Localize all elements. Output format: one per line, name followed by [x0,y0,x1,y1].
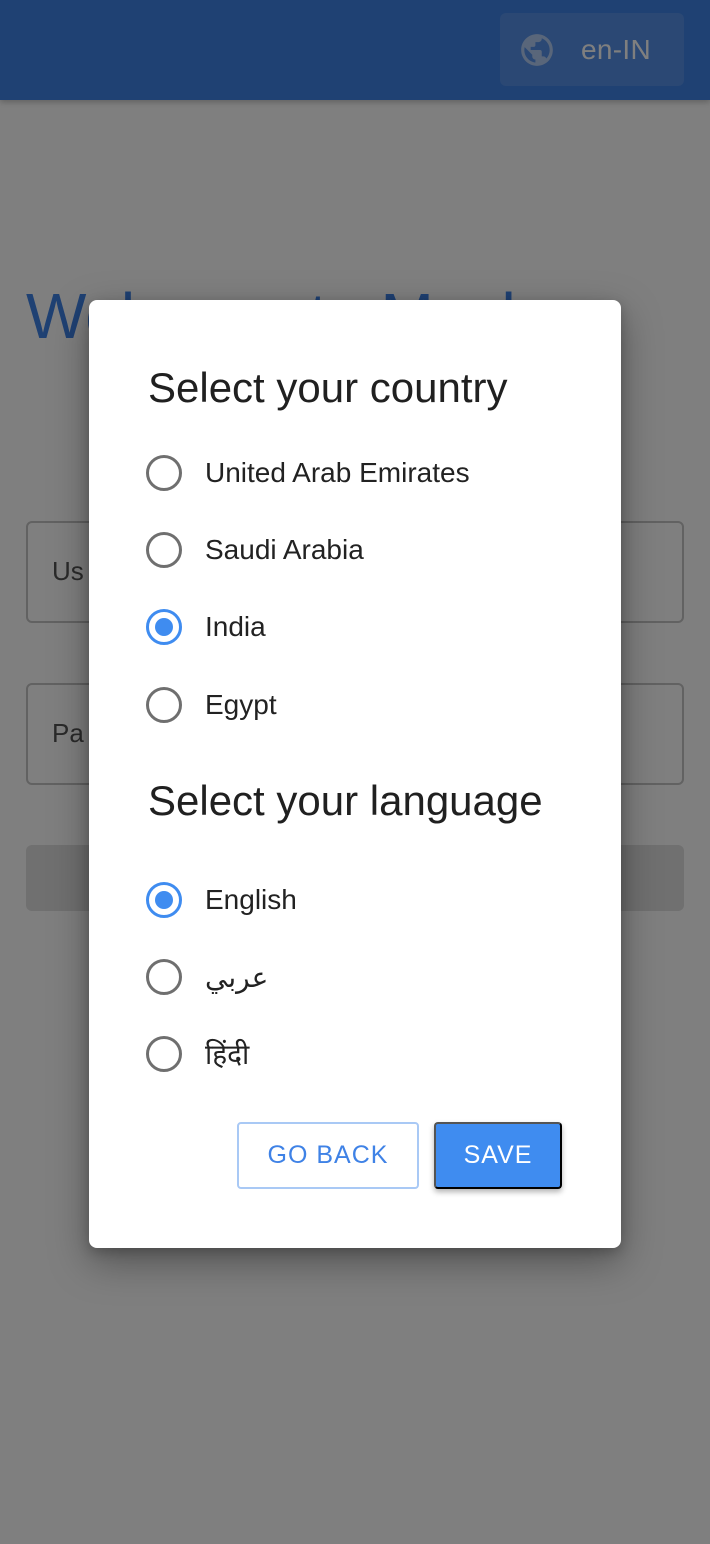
language-option-label: عربي [205,961,269,993]
radio-checked-icon[interactable] [146,882,182,918]
country-option-label: Saudi Arabia [205,534,364,565]
save-button[interactable]: SAVE [434,1122,562,1189]
country-heading: Select your country [148,364,508,411]
country-option-label: United Arab Emirates [205,457,470,488]
country-option-uae[interactable]: United Arab Emirates [146,451,470,495]
language-option-label: हिंदी [205,1039,250,1070]
language-option-arabic[interactable]: عربي [146,955,268,999]
locale-dialog: Select your country United Arab Emirates… [89,300,621,1248]
language-option-hindi[interactable]: हिंदी [146,1032,249,1076]
language-heading: Select your language [148,777,543,824]
language-option-label: English [205,884,297,915]
language-option-english[interactable]: English [146,878,297,922]
radio-unchecked-icon[interactable] [146,455,182,491]
country-option-saudi-arabia[interactable]: Saudi Arabia [146,528,364,572]
radio-unchecked-icon[interactable] [146,959,182,995]
country-option-egypt[interactable]: Egypt [146,683,277,727]
country-option-india[interactable]: India [146,605,266,649]
radio-checked-icon[interactable] [146,609,182,645]
country-option-label: India [205,611,266,642]
go-back-button[interactable]: GO BACK [237,1122,419,1189]
country-option-label: Egypt [205,689,277,720]
radio-unchecked-icon[interactable] [146,532,182,568]
radio-unchecked-icon[interactable] [146,687,182,723]
radio-unchecked-icon[interactable] [146,1036,182,1072]
